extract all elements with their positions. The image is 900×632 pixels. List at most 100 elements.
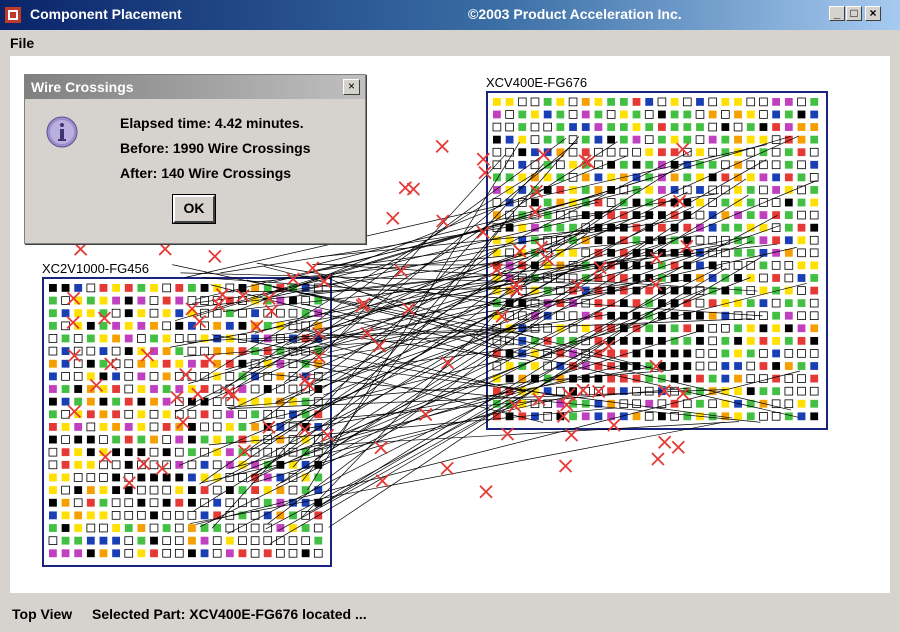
pin bbox=[149, 409, 159, 419]
pin bbox=[74, 536, 83, 545]
pin bbox=[658, 110, 666, 119]
pin bbox=[644, 412, 654, 421]
pin bbox=[746, 123, 755, 131]
pin bbox=[99, 498, 108, 507]
pin bbox=[175, 284, 184, 292]
pin bbox=[658, 148, 666, 157]
pin bbox=[759, 336, 768, 345]
window-copyright: ©2003 Product Acceleration Inc. bbox=[468, 6, 682, 22]
pin bbox=[175, 347, 184, 356]
pin bbox=[683, 336, 692, 345]
pin bbox=[632, 135, 641, 144]
pin bbox=[759, 324, 768, 333]
pin bbox=[556, 311, 565, 321]
pin bbox=[493, 98, 501, 106]
pin bbox=[632, 399, 641, 409]
pin bbox=[632, 386, 641, 396]
pin bbox=[175, 460, 184, 469]
pin bbox=[505, 98, 514, 106]
pin bbox=[86, 536, 95, 545]
pin bbox=[759, 135, 768, 144]
pin bbox=[695, 298, 705, 308]
pin bbox=[797, 299, 806, 308]
pin bbox=[301, 397, 310, 406]
pin bbox=[810, 198, 819, 207]
pin bbox=[49, 410, 57, 419]
pin bbox=[99, 486, 108, 495]
pin bbox=[746, 361, 756, 371]
maximize-button[interactable]: □ bbox=[846, 6, 862, 21]
pin bbox=[276, 372, 285, 381]
pin bbox=[734, 412, 742, 421]
pin bbox=[771, 198, 781, 207]
pin bbox=[175, 309, 184, 318]
pin bbox=[746, 198, 755, 207]
pin bbox=[581, 98, 590, 106]
pin bbox=[162, 524, 171, 532]
pin bbox=[149, 447, 159, 457]
pin bbox=[137, 397, 146, 406]
ok-button[interactable]: OK bbox=[172, 194, 216, 224]
dialog-close-button[interactable]: × bbox=[343, 79, 360, 95]
pin bbox=[99, 473, 108, 482]
pin bbox=[111, 498, 121, 508]
pin bbox=[61, 385, 70, 393]
menu-bar: File bbox=[0, 30, 900, 56]
pin bbox=[188, 498, 196, 507]
pin bbox=[112, 284, 121, 292]
pin bbox=[708, 412, 717, 421]
pin bbox=[149, 498, 159, 508]
pin bbox=[111, 308, 121, 318]
pin bbox=[200, 284, 209, 292]
pin bbox=[695, 349, 705, 358]
pin bbox=[543, 198, 552, 207]
pin bbox=[124, 334, 133, 343]
pin bbox=[708, 399, 717, 409]
pin bbox=[645, 98, 654, 106]
pin bbox=[162, 347, 171, 356]
pin bbox=[810, 160, 819, 169]
pin bbox=[645, 148, 654, 157]
pin bbox=[658, 186, 666, 194]
pin bbox=[784, 198, 793, 207]
pin bbox=[212, 460, 222, 470]
pin bbox=[99, 359, 108, 368]
close-button[interactable]: × bbox=[865, 6, 881, 21]
pin bbox=[531, 110, 539, 119]
pin bbox=[809, 210, 819, 220]
pin bbox=[74, 549, 83, 558]
pin bbox=[61, 485, 70, 495]
pin bbox=[149, 372, 159, 381]
pin bbox=[581, 412, 590, 421]
pin bbox=[696, 98, 704, 106]
pin bbox=[188, 549, 196, 558]
pin bbox=[632, 223, 641, 232]
pin bbox=[619, 110, 628, 119]
pin bbox=[797, 97, 806, 107]
pin bbox=[212, 536, 222, 545]
pin bbox=[112, 385, 121, 393]
pin bbox=[225, 410, 234, 419]
pin bbox=[112, 435, 121, 444]
pin bbox=[695, 361, 705, 371]
pin bbox=[734, 362, 742, 370]
pin bbox=[670, 173, 679, 182]
pin bbox=[200, 410, 209, 419]
pin bbox=[174, 334, 184, 343]
pin bbox=[99, 397, 108, 406]
pin bbox=[746, 135, 755, 144]
pin bbox=[708, 122, 717, 132]
pin bbox=[518, 160, 527, 169]
pin bbox=[772, 336, 781, 345]
pin bbox=[543, 173, 552, 182]
pin bbox=[150, 397, 158, 406]
pin bbox=[809, 173, 819, 182]
minimize-button[interactable]: _ bbox=[829, 6, 845, 21]
menu-file[interactable]: File bbox=[10, 35, 34, 51]
pin bbox=[784, 236, 793, 245]
pin bbox=[213, 321, 222, 330]
pin bbox=[162, 397, 171, 406]
pin bbox=[61, 397, 70, 406]
pin bbox=[708, 97, 717, 107]
pin bbox=[797, 261, 806, 270]
